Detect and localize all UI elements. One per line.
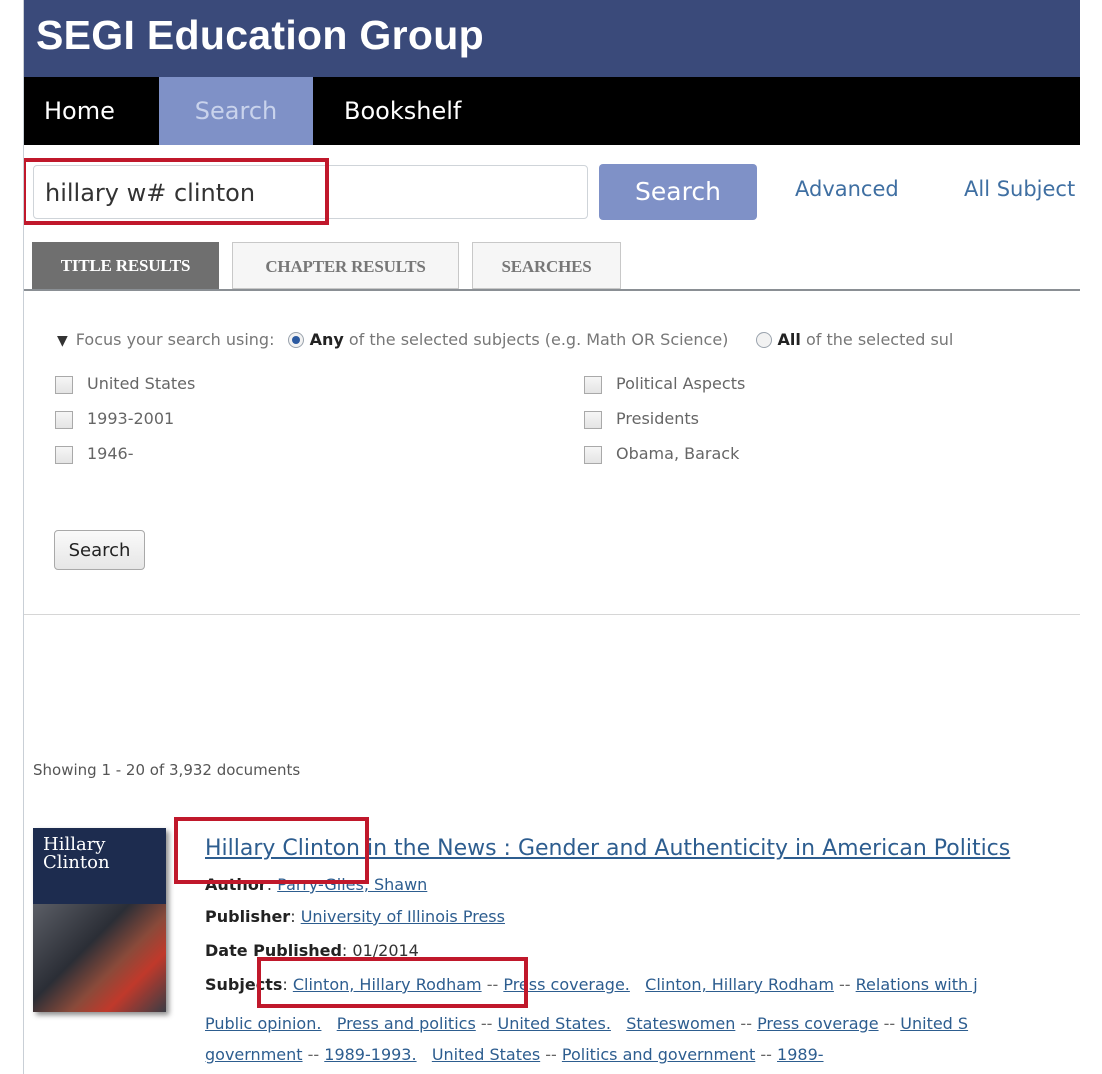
subject-link[interactable]: 1989-1993. <box>324 1045 416 1064</box>
subject-link[interactable]: Public opinion. <box>205 1014 321 1033</box>
collapse-triangle-icon[interactable]: ▼ <box>57 333 68 349</box>
all-description: of the selected sul <box>805 330 954 349</box>
subject-link[interactable]: government <box>205 1045 303 1064</box>
checkbox-icon[interactable] <box>55 410 73 429</box>
subject-label: Obama, Barack <box>616 444 740 463</box>
all-label: All <box>777 330 801 349</box>
app-frame: SEGI Education Group Home Search Bookshe… <box>23 0 1080 1074</box>
subject-separator: -- <box>540 1045 562 1064</box>
subject-link[interactable]: United S <box>900 1014 968 1033</box>
subject-link[interactable]: United States. <box>498 1014 611 1033</box>
focus-options: ▼ Focus your search using: Any of the sel… <box>57 330 953 350</box>
subject-label: Presidents <box>616 409 699 428</box>
nav-home[interactable]: Home <box>44 77 115 145</box>
subject-checkbox[interactable]: United States <box>55 374 195 394</box>
brand-title: SEGI Education Group <box>36 12 484 58</box>
subject-separator: -- <box>475 1014 498 1033</box>
subject-link[interactable]: United States <box>432 1045 540 1064</box>
subject-separator: -- <box>302 1045 325 1064</box>
checkbox-icon[interactable] <box>584 410 602 429</box>
focus-prefix: Focus your search using: <box>75 330 275 349</box>
radio-any[interactable] <box>287 331 304 348</box>
tab-chapter-results[interactable]: CHAPTER RESULTS <box>232 242 459 289</box>
tab-title-results[interactable]: TITLE RESULTS <box>32 242 219 289</box>
subject-label: 1946- <box>87 444 134 463</box>
subject-link[interactable]: Clinton, Hillary Rodham <box>645 975 834 994</box>
subject-checkbox[interactable]: 1946- <box>55 444 134 464</box>
section-divider <box>24 614 1080 615</box>
nav-search[interactable]: Search <box>159 77 313 145</box>
publisher-label: Publisher <box>205 907 291 926</box>
advanced-link[interactable]: Advanced <box>795 177 899 201</box>
highlight-box-subject <box>257 957 528 1008</box>
all-subjects-link[interactable]: All Subject <box>964 177 1075 201</box>
brand-header: SEGI Education Group <box>24 0 1080 77</box>
subject-link[interactable]: Politics and government <box>562 1045 755 1064</box>
subject-label: United States <box>87 374 196 393</box>
book-cover[interactable]: Hillary Clinton <box>33 828 166 1012</box>
subject-link[interactable]: Stateswomen <box>626 1014 735 1033</box>
subject-checkbox[interactable]: Political Aspects <box>584 374 745 394</box>
radio-all[interactable] <box>755 331 772 348</box>
checkbox-icon[interactable] <box>55 375 73 394</box>
cover-photo <box>33 904 166 1012</box>
subject-label: 1993-2001 <box>87 409 175 428</box>
subject-link[interactable]: Press coverage <box>757 1014 878 1033</box>
subject-separator: -- <box>878 1014 901 1033</box>
main-nav: Home Search Bookshelf <box>24 77 1080 145</box>
any-label: Any <box>309 330 344 349</box>
subject-separator: -- <box>833 975 856 994</box>
checkbox-icon[interactable] <box>584 445 602 464</box>
subject-checkbox[interactable]: Presidents <box>584 409 699 429</box>
cover-title: Hillary Clinton <box>43 834 110 873</box>
subject-checkbox[interactable]: 1993-2001 <box>55 409 174 429</box>
result-subjects-line2: Public opinion. Press and politics -- Un… <box>205 1014 968 1033</box>
subject-link[interactable]: Press and politics <box>337 1014 476 1033</box>
tab-searches[interactable]: SEARCHES <box>472 242 621 289</box>
results-count: Showing 1 - 20 of 3,932 documents <box>33 761 301 779</box>
highlight-box-title <box>174 817 369 884</box>
subject-separator: -- <box>755 1045 778 1064</box>
search-button[interactable]: Search <box>599 164 757 220</box>
tabs-divider <box>24 289 1080 291</box>
subject-label: Political Aspects <box>616 374 746 393</box>
subject-link[interactable]: 1989- <box>777 1045 824 1064</box>
result-publisher: Publisher: University of Illinois Press <box>205 907 505 926</box>
any-description: of the selected subjects (e.g. Math OR S… <box>348 330 729 349</box>
result-subjects-line3: government -- 1989-1993. United States -… <box>205 1045 824 1064</box>
checkbox-icon[interactable] <box>55 445 73 464</box>
checkbox-icon[interactable] <box>584 375 602 394</box>
subject-separator: -- <box>735 1014 758 1033</box>
subject-link[interactable]: Relations with j <box>856 975 978 994</box>
facet-search-button[interactable]: Search <box>54 530 145 570</box>
subject-checkbox[interactable]: Obama, Barack <box>584 444 739 464</box>
nav-bookshelf[interactable]: Bookshelf <box>344 77 461 145</box>
publisher-link[interactable]: University of Illinois Press <box>301 907 505 926</box>
highlight-box-query <box>24 158 329 225</box>
